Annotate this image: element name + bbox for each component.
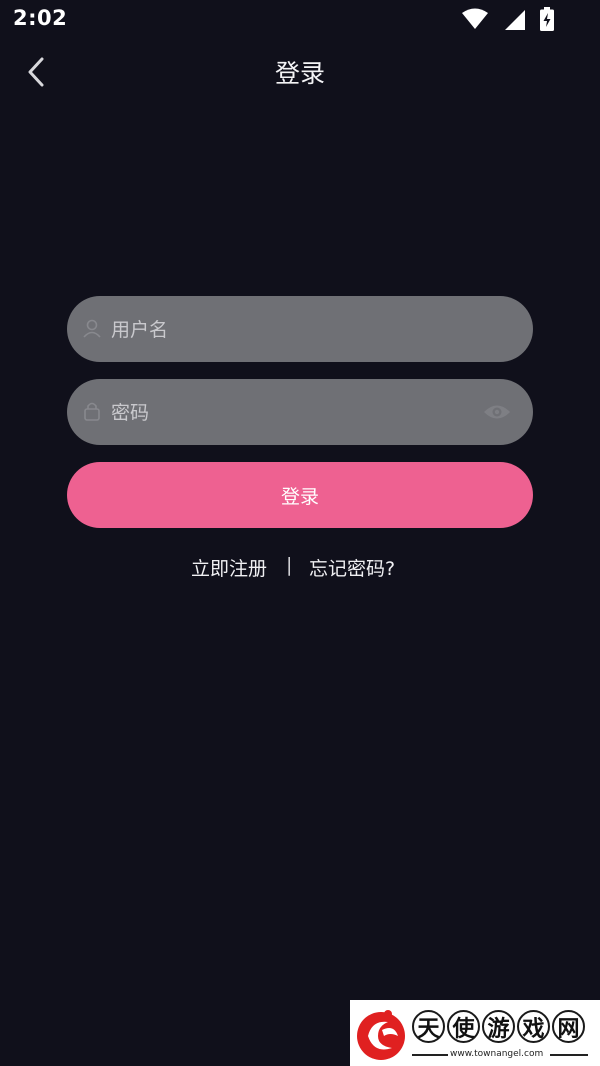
- watermark-char: 天: [412, 1010, 445, 1043]
- lock-icon: [84, 402, 100, 421]
- watermark-rule: [412, 1054, 448, 1056]
- watermark-char: 戏: [517, 1010, 550, 1043]
- page-title: 登录: [274, 59, 325, 88]
- wifi-icon: [462, 8, 488, 29]
- watermark-char: 使: [447, 1010, 480, 1043]
- watermark: 天 使 游 戏 网 www.townangel.com: [350, 1000, 600, 1066]
- battery-charging-icon: [540, 7, 554, 31]
- login-button[interactable]: 登录: [67, 462, 533, 528]
- user-icon: [83, 319, 101, 338]
- watermark-char: 游: [482, 1010, 515, 1043]
- forgot-password-link[interactable]: 忘记密码?: [309, 554, 395, 581]
- register-link[interactable]: 立即注册: [191, 554, 267, 581]
- watermark-char: 网: [552, 1010, 585, 1043]
- status-bar: 2:02: [0, 0, 600, 42]
- login-screen: 2:02 登录 用户名 登录 立即注册 | 忘记密码? 天 使 游 戏 网 ww…: [0, 0, 600, 1066]
- auth-links: 立即注册 | 忘记密码?: [0, 554, 600, 584]
- signal-icon: [505, 10, 525, 30]
- watermark-logo: [357, 1010, 405, 1060]
- watermark-rule: [550, 1054, 588, 1056]
- link-divider: |: [286, 554, 293, 576]
- watermark-url: www.townangel.com: [450, 1049, 544, 1059]
- status-time: 2:02: [13, 6, 68, 30]
- username-field[interactable]: [67, 296, 533, 364]
- eye-icon[interactable]: [483, 401, 511, 423]
- header: 登录: [0, 42, 600, 100]
- password-input[interactable]: [109, 379, 493, 447]
- password-field[interactable]: [67, 379, 533, 447]
- username-input[interactable]: [109, 296, 493, 364]
- watermark-chars: 天 使 游 戏 网: [412, 1010, 585, 1043]
